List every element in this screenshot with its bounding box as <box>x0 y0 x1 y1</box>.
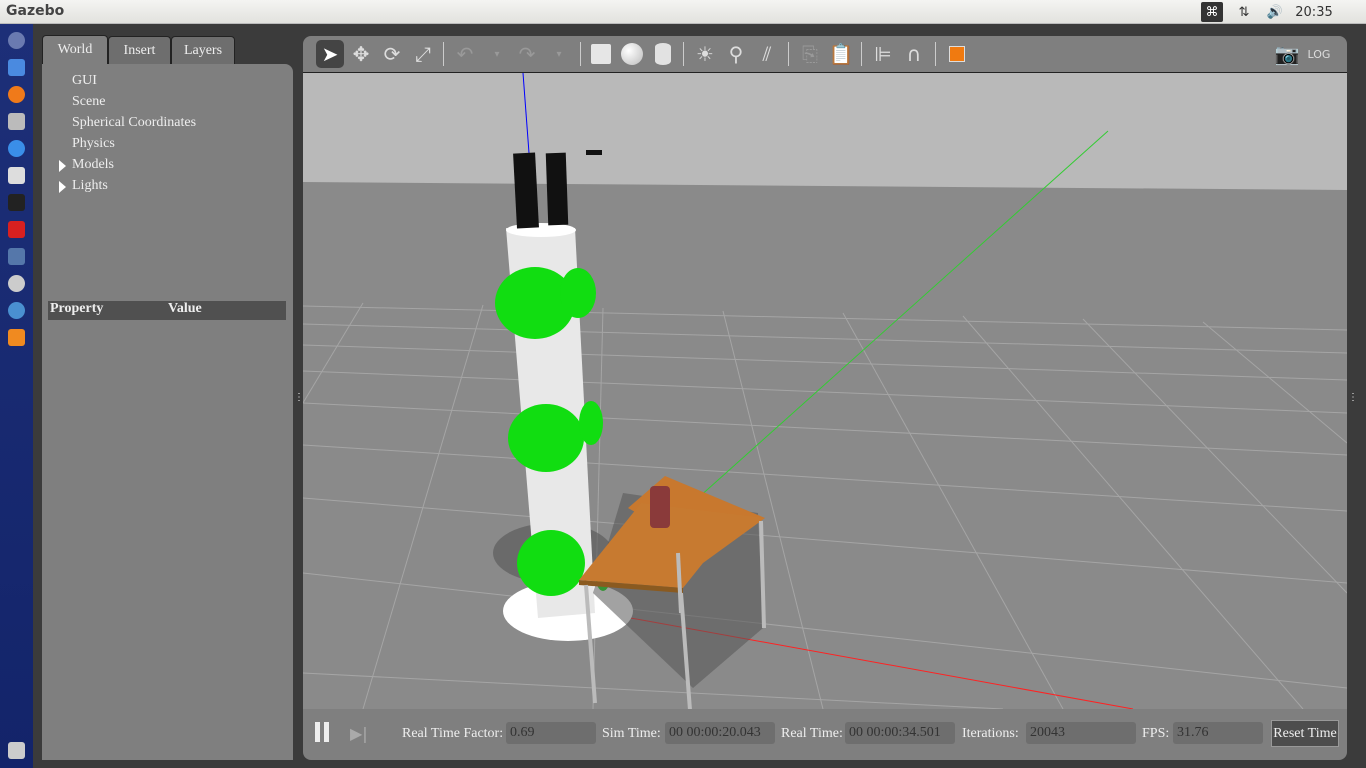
tree-item-lights[interactable]: Lights <box>59 178 108 194</box>
launcher <box>0 24 33 768</box>
expand-arrow-icon[interactable] <box>59 160 66 172</box>
clock[interactable]: 20:35 <box>1294 2 1334 22</box>
bottom-bar: ▶| Real Time Factor: 0.69 Sim Time: 00 0… <box>303 709 1347 760</box>
redo-dropdown-icon[interactable]: ▾ <box>545 40 573 68</box>
3d-scene[interactable] <box>303 73 1347 709</box>
expand-arrow-icon[interactable] <box>59 181 66 193</box>
dash-icon[interactable] <box>8 32 25 49</box>
scene-render[interactable] <box>303 73 1347 709</box>
right-splitter-handle[interactable]: ⋮ <box>1348 392 1358 403</box>
tree-label: Lights <box>72 178 108 193</box>
gazebo-icon[interactable] <box>8 329 25 346</box>
terminal-icon[interactable] <box>8 194 25 211</box>
tab-world[interactable]: World <box>42 35 108 65</box>
tree-item-spherical-coordinates[interactable]: Spherical Coordinates <box>72 115 196 131</box>
align-icon[interactable]: ⊫ <box>869 40 897 68</box>
log-icon[interactable]: LOG <box>1305 40 1333 68</box>
sky <box>303 73 1347 190</box>
fps-field: 31.76 <box>1173 722 1263 744</box>
compass-icon[interactable] <box>8 275 25 292</box>
directional-light-icon[interactable]: ⫽ <box>753 40 781 68</box>
tree-item-scene[interactable]: Scene <box>72 94 105 110</box>
app-title: Gazebo <box>6 3 65 19</box>
rtf-label: Real Time Factor: <box>402 726 504 741</box>
sensor <box>513 152 539 229</box>
scale-mode-icon[interactable]: ⤢ <box>409 40 437 68</box>
reset-time-button[interactable]: Reset Time <box>1271 720 1339 747</box>
sim-time-label: Sim Time: <box>602 726 661 741</box>
fps-label: FPS: <box>1142 726 1170 741</box>
rtf-field: 0.69 <box>506 722 596 744</box>
soda-can <box>650 486 670 528</box>
tree-item-gui[interactable]: GUI <box>72 73 97 89</box>
undo-icon[interactable]: ↶ <box>451 40 479 68</box>
installer-icon[interactable] <box>8 113 25 130</box>
tree-item-models[interactable]: Models <box>59 157 114 173</box>
sensor <box>545 152 569 226</box>
viewport: ➤ ✥ ⟳ ⤢ ↶ ▾ ↷ ▾ ☀ ⚲ ⫽ ⎘ 📋 ⊫ ∩ 📷 LOG ▶| R… <box>303 36 1347 760</box>
app-store-icon[interactable] <box>8 140 25 157</box>
firefox-icon[interactable] <box>8 86 25 103</box>
world-tree: GUI Scene Spherical Coordinates Physics … <box>42 64 293 760</box>
cylinder-icon[interactable] <box>649 40 677 68</box>
app-icon[interactable] <box>8 221 25 238</box>
real-time-label: Real Time: <box>781 726 843 741</box>
trash-icon[interactable] <box>8 742 25 759</box>
redo-icon[interactable]: ↷ <box>513 40 541 68</box>
app-icon[interactable] <box>8 302 25 319</box>
system-menu-icon[interactable] <box>1340 2 1360 22</box>
iterations-label: Iterations: <box>962 726 1019 741</box>
volume-icon[interactable]: 🔊 <box>1264 2 1286 22</box>
toolbar: ➤ ✥ ⟳ ⤢ ↶ ▾ ↷ ▾ ☀ ⚲ ⫽ ⎘ 📋 ⊫ ∩ 📷 LOG <box>303 36 1347 73</box>
top-menu-bar: Gazebo ⌘ ⇅ 🔊 20:35 <box>0 0 1366 24</box>
keyboard-icon[interactable]: ⌘ <box>1201 2 1223 22</box>
snap-magnet-icon[interactable]: ∩ <box>900 40 928 68</box>
real-time-field: 00 00:00:34.501 <box>845 722 955 744</box>
undo-dropdown-icon[interactable]: ▾ <box>483 40 511 68</box>
iterations-field: 20043 <box>1026 722 1136 744</box>
sphere-icon[interactable] <box>618 40 646 68</box>
tab-layers[interactable]: Layers <box>171 36 235 64</box>
tree-label: Models <box>72 157 114 172</box>
step-icon[interactable]: ▶| <box>350 724 368 743</box>
settings-icon[interactable] <box>8 167 25 184</box>
copy-icon[interactable]: ⎘ <box>796 40 824 68</box>
left-panel: World Insert Layers GUI Scene Spherical … <box>42 35 293 760</box>
app-icon[interactable] <box>8 248 25 265</box>
rotate-mode-icon[interactable]: ⟳ <box>378 40 406 68</box>
paste-icon[interactable]: 📋 <box>827 40 855 68</box>
view-angle-icon[interactable] <box>943 40 971 68</box>
network-icon[interactable]: ⇅ <box>1233 2 1255 22</box>
point-light-icon[interactable]: ☀ <box>691 40 719 68</box>
value-column-header[interactable]: Value <box>168 301 202 317</box>
spot-light-icon[interactable]: ⚲ <box>722 40 750 68</box>
translate-mode-icon[interactable]: ✥ <box>347 40 375 68</box>
pause-icon[interactable] <box>315 722 329 742</box>
screenshot-camera-icon[interactable]: 📷 <box>1273 40 1301 68</box>
property-table-header: Property Value <box>48 301 286 320</box>
tab-insert[interactable]: Insert <box>108 36 171 64</box>
select-mode-icon[interactable]: ➤ <box>316 40 344 68</box>
box-icon[interactable] <box>587 40 615 68</box>
tree-item-physics[interactable]: Physics <box>72 136 115 152</box>
files-icon[interactable] <box>8 59 25 76</box>
sim-time-field: 00 00:00:20.043 <box>665 722 775 744</box>
property-column-header[interactable]: Property <box>50 301 103 317</box>
